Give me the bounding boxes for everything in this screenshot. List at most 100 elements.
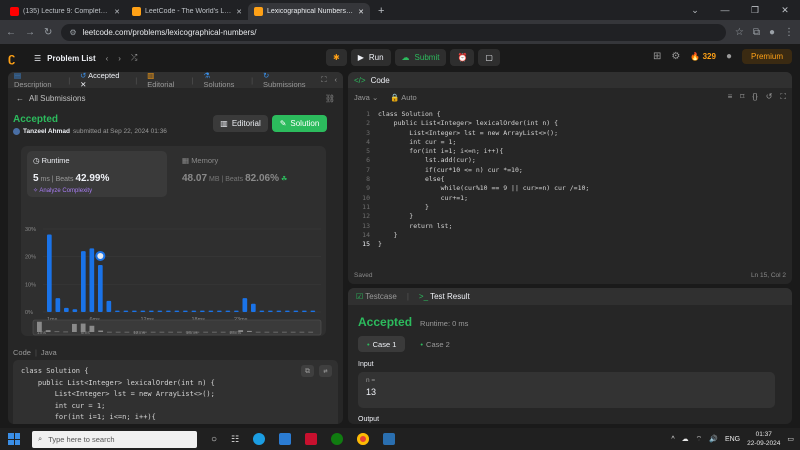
notes-button[interactable]: ▢ — [478, 49, 500, 66]
volume-icon[interactable]: 🔊 — [709, 435, 718, 443]
minimize-icon[interactable]: — — [710, 5, 740, 15]
tab-search-icon[interactable]: ⌄ — [680, 5, 710, 16]
extensions-icon[interactable]: ⧉ — [753, 27, 760, 38]
editorial-button[interactable]: ▥ Editorial — [213, 115, 268, 132]
tab-description[interactable]: ▤ Description — [14, 72, 58, 89]
url-bar[interactable]: ⚙ leetcode.com/problems/lexicographical-… — [61, 23, 726, 41]
chevron-up-icon[interactable]: ^ — [671, 436, 674, 443]
shuffle-icon[interactable]: ⤮ — [131, 53, 137, 63]
expand-icon[interactable]: ⛶ — [321, 75, 326, 85]
bar — [200, 310, 205, 312]
editorial-icon: ▥ — [147, 72, 155, 80]
wifi-icon[interactable]: ⌔ — [696, 435, 703, 444]
edge-icon[interactable] — [253, 433, 266, 445]
layout-icon[interactable]: ⊞ — [653, 51, 661, 62]
notification-icon[interactable]: ▭ — [787, 435, 794, 443]
browser-tab-lexicographical[interactable]: Lexicographical Numbers - Lee ✕ — [248, 3, 370, 20]
search-placeholder: Type here to search — [48, 434, 115, 444]
runtime-distribution-chart[interactable]: 30%20%10%0%1ms6ms12ms18ms23ms1ms6ms12ms1… — [21, 202, 326, 336]
app-red-icon[interactable] — [305, 433, 318, 445]
avatar[interactable]: ● — [726, 51, 732, 62]
task-view-icon[interactable]: ○ — [211, 434, 217, 445]
close-icon[interactable]: ✕ — [236, 8, 242, 16]
debug-button[interactable]: ✱ — [326, 49, 347, 66]
new-tab-button[interactable]: + — [370, 5, 392, 20]
analyze-complexity-link[interactable]: ✧ Analyze Complexity — [33, 187, 161, 194]
tab-submissions[interactable]: ↻ Submissions — [263, 72, 311, 89]
input-label: Input — [358, 361, 374, 368]
case-1-tab[interactable]: • Case 1 — [358, 336, 406, 352]
timer-button[interactable]: ⏰ — [450, 49, 475, 66]
clock[interactable]: 01:37 22-09-2024 — [747, 430, 780, 448]
language-indicator[interactable]: ENG — [725, 436, 740, 443]
runtime-card[interactable]: ◷ Runtime 5 ms | Beats 42.99% ✧ Analyze … — [27, 151, 167, 197]
taskbar-search-input[interactable]: ⌕ Type here to search — [32, 430, 197, 448]
tab-editorial[interactable]: ▥ Editorial — [147, 72, 181, 89]
link-icon[interactable]: ⛓ — [325, 94, 335, 103]
browser-tab-leetcode[interactable]: LeetCode - The World's Leading✕ — [126, 3, 248, 20]
menu-icon[interactable]: ⋮ — [784, 27, 794, 38]
reset-icon[interactable]: ↺ — [766, 92, 773, 102]
y-tick-label: 0% — [25, 310, 33, 316]
code-editor[interactable]: 1 2 3 4 5 6 7 8 9 10 11 12 13 14 15 class Solution { p… — [348, 106, 792, 272]
reload-icon[interactable]: ↻ — [44, 27, 52, 38]
author-name[interactable]: Tanzeel Ahmad — [23, 128, 70, 135]
run-button[interactable]: ▶ Run — [350, 49, 391, 66]
browser-tab-youtube[interactable]: (135) Lecture 9: Complete SQL ✕ — [4, 3, 126, 20]
widgets-icon[interactable]: ☷ — [231, 434, 239, 445]
submitted-code: ⧉ ⇄ class Solution { public List<Integer>… — [13, 360, 338, 424]
cursor-position: Ln 15, Col 2 — [750, 272, 786, 279]
collapse-icon[interactable]: ‹ — [335, 75, 338, 85]
close-icon[interactable]: ✕ — [358, 8, 364, 16]
close-icon[interactable]: ✕ — [114, 8, 120, 16]
premium-button[interactable]: Premium — [741, 49, 792, 64]
profile-icon[interactable]: ● — [769, 27, 775, 38]
settings-icon[interactable]: ⚙ — [671, 51, 680, 62]
tab-solutions[interactable]: ⚗ Solutions — [204, 72, 242, 89]
bookmark-star-icon[interactable]: ☆ — [735, 27, 744, 38]
bookmark-icon[interactable]: ⌑ — [740, 92, 744, 102]
code-title: Code — [370, 75, 390, 85]
windows-start-icon[interactable] — [8, 433, 20, 445]
copy-icon[interactable]: ⧉ — [301, 365, 314, 377]
auto-mode-toggle[interactable]: 🔒 Auto — [390, 93, 416, 102]
line-number: 12 — [362, 212, 370, 221]
all-submissions-link[interactable]: ← All Submissions ⛓ — [8, 88, 343, 108]
code-lines[interactable]: class Solution { public List<Integer> le… — [378, 110, 589, 249]
tab-accepted[interactable]: ↺ Accepted ✕ — [80, 72, 125, 89]
bar — [259, 310, 265, 312]
app-blue-icon[interactable] — [383, 433, 396, 445]
tab-title: LeetCode - The World's Leading — [145, 8, 233, 15]
prev-problem-icon[interactable]: ‹ — [106, 54, 109, 63]
bar — [293, 310, 299, 312]
line-number: 3 — [366, 128, 370, 137]
fullscreen-icon[interactable]: ⛶ — [780, 92, 786, 102]
close-window-icon[interactable]: ✕ — [770, 5, 800, 16]
streak-counter[interactable]: 🔥 329 — [690, 52, 716, 61]
clock-icon: ◷ — [33, 156, 40, 165]
tab-test-result[interactable]: >_ Test Result — [419, 292, 470, 301]
solution-button[interactable]: ✎ Solution — [272, 115, 327, 132]
forward-icon[interactable]: → — [25, 27, 35, 38]
cloud-icon[interactable]: ☁ — [682, 435, 689, 443]
braces-icon[interactable]: {} — [752, 92, 757, 102]
tab-label: Test Result — [430, 292, 470, 301]
book-icon: ▥ — [220, 119, 228, 128]
next-problem-icon[interactable]: › — [118, 54, 121, 63]
leetcode-logo-icon[interactable]: ʗ — [8, 50, 22, 66]
format-icon[interactable]: ≡ — [728, 92, 733, 102]
problem-list-nav[interactable]: ☰ Problem List ‹ › ⤮ — [34, 53, 137, 63]
memory-card[interactable]: ▦ Memory 48.07 MB | Beats 82.06% ☘ — [176, 151, 316, 197]
back-icon[interactable]: ← — [6, 27, 16, 38]
maximize-icon[interactable]: ❐ — [740, 5, 770, 16]
swap-icon[interactable]: ⇄ — [319, 365, 332, 377]
language-select[interactable]: Java ⌄ — [354, 93, 378, 102]
close-icon[interactable]: ✕ — [80, 80, 86, 89]
mail-icon[interactable] — [279, 433, 292, 445]
case-2-tab[interactable]: • Case 2 — [411, 336, 458, 352]
xbox-icon[interactable] — [331, 433, 344, 445]
chrome-icon[interactable] — [357, 433, 370, 445]
site-info-icon[interactable]: ⚙ — [69, 28, 76, 37]
submit-button[interactable]: ☁ Submit — [394, 49, 447, 66]
tab-testcase[interactable]: ☑ Testcase — [356, 292, 397, 301]
